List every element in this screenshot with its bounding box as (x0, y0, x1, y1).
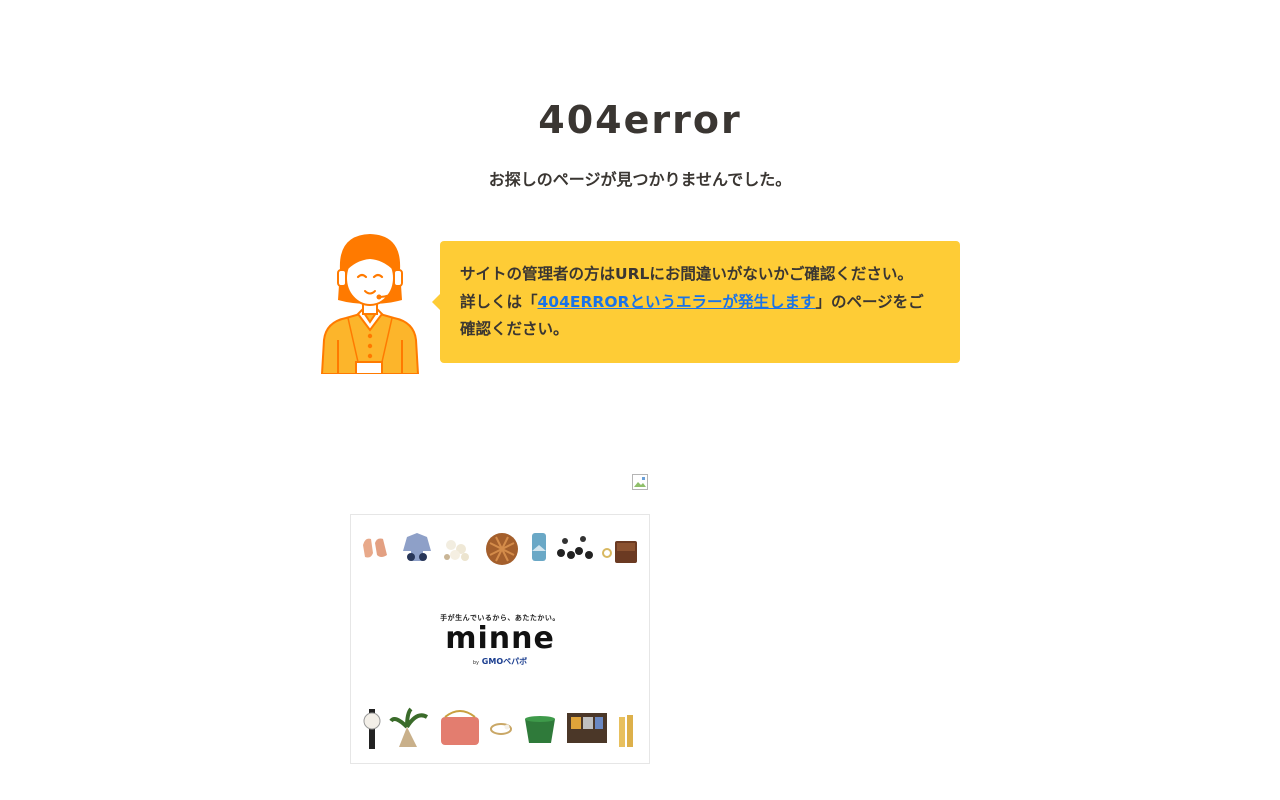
message-line-2: 詳しくは「404ERRORというエラーが発生します」のページをご (460, 289, 940, 317)
404error-article-link[interactable]: 404ERRORというエラーが発生します (538, 293, 816, 311)
minne-ad-banner[interactable]: 手が生んでいるから、あたたかい。 minne by GMOペパボ (350, 514, 650, 764)
product-photos-bottom (363, 707, 633, 749)
ad-brand: GMOペパボ (481, 657, 528, 666)
ad-byline: by GMOペパボ (351, 656, 649, 667)
error-title: 404error (538, 98, 742, 142)
ad-by-prefix: by (472, 660, 479, 666)
support-operator-illustration (320, 234, 420, 374)
error-subtitle: お探しのページが見つかりませんでした。 (488, 170, 792, 189)
error-page: 404error お探しのページが見つかりませんでした。 サイトの管理者の方はU… (0, 0, 1280, 800)
message-line-2-suffix: 」のページをご (815, 292, 924, 311)
minne-logo: minne (445, 621, 555, 656)
message-line-1: サイトの管理者の方はURLにお間違いがないかご確認ください。 (460, 265, 913, 283)
info-speech-bubble: サイトの管理者の方はURLにお間違いがないかご確認ください。 詳しくは「404E… (432, 241, 960, 363)
product-photos-top (363, 533, 637, 565)
broken-image-icon[interactable] (632, 474, 648, 490)
message-line-2-prefix: 詳しくは「 (460, 292, 538, 311)
message-line-3: 確認ください。 (460, 320, 569, 338)
